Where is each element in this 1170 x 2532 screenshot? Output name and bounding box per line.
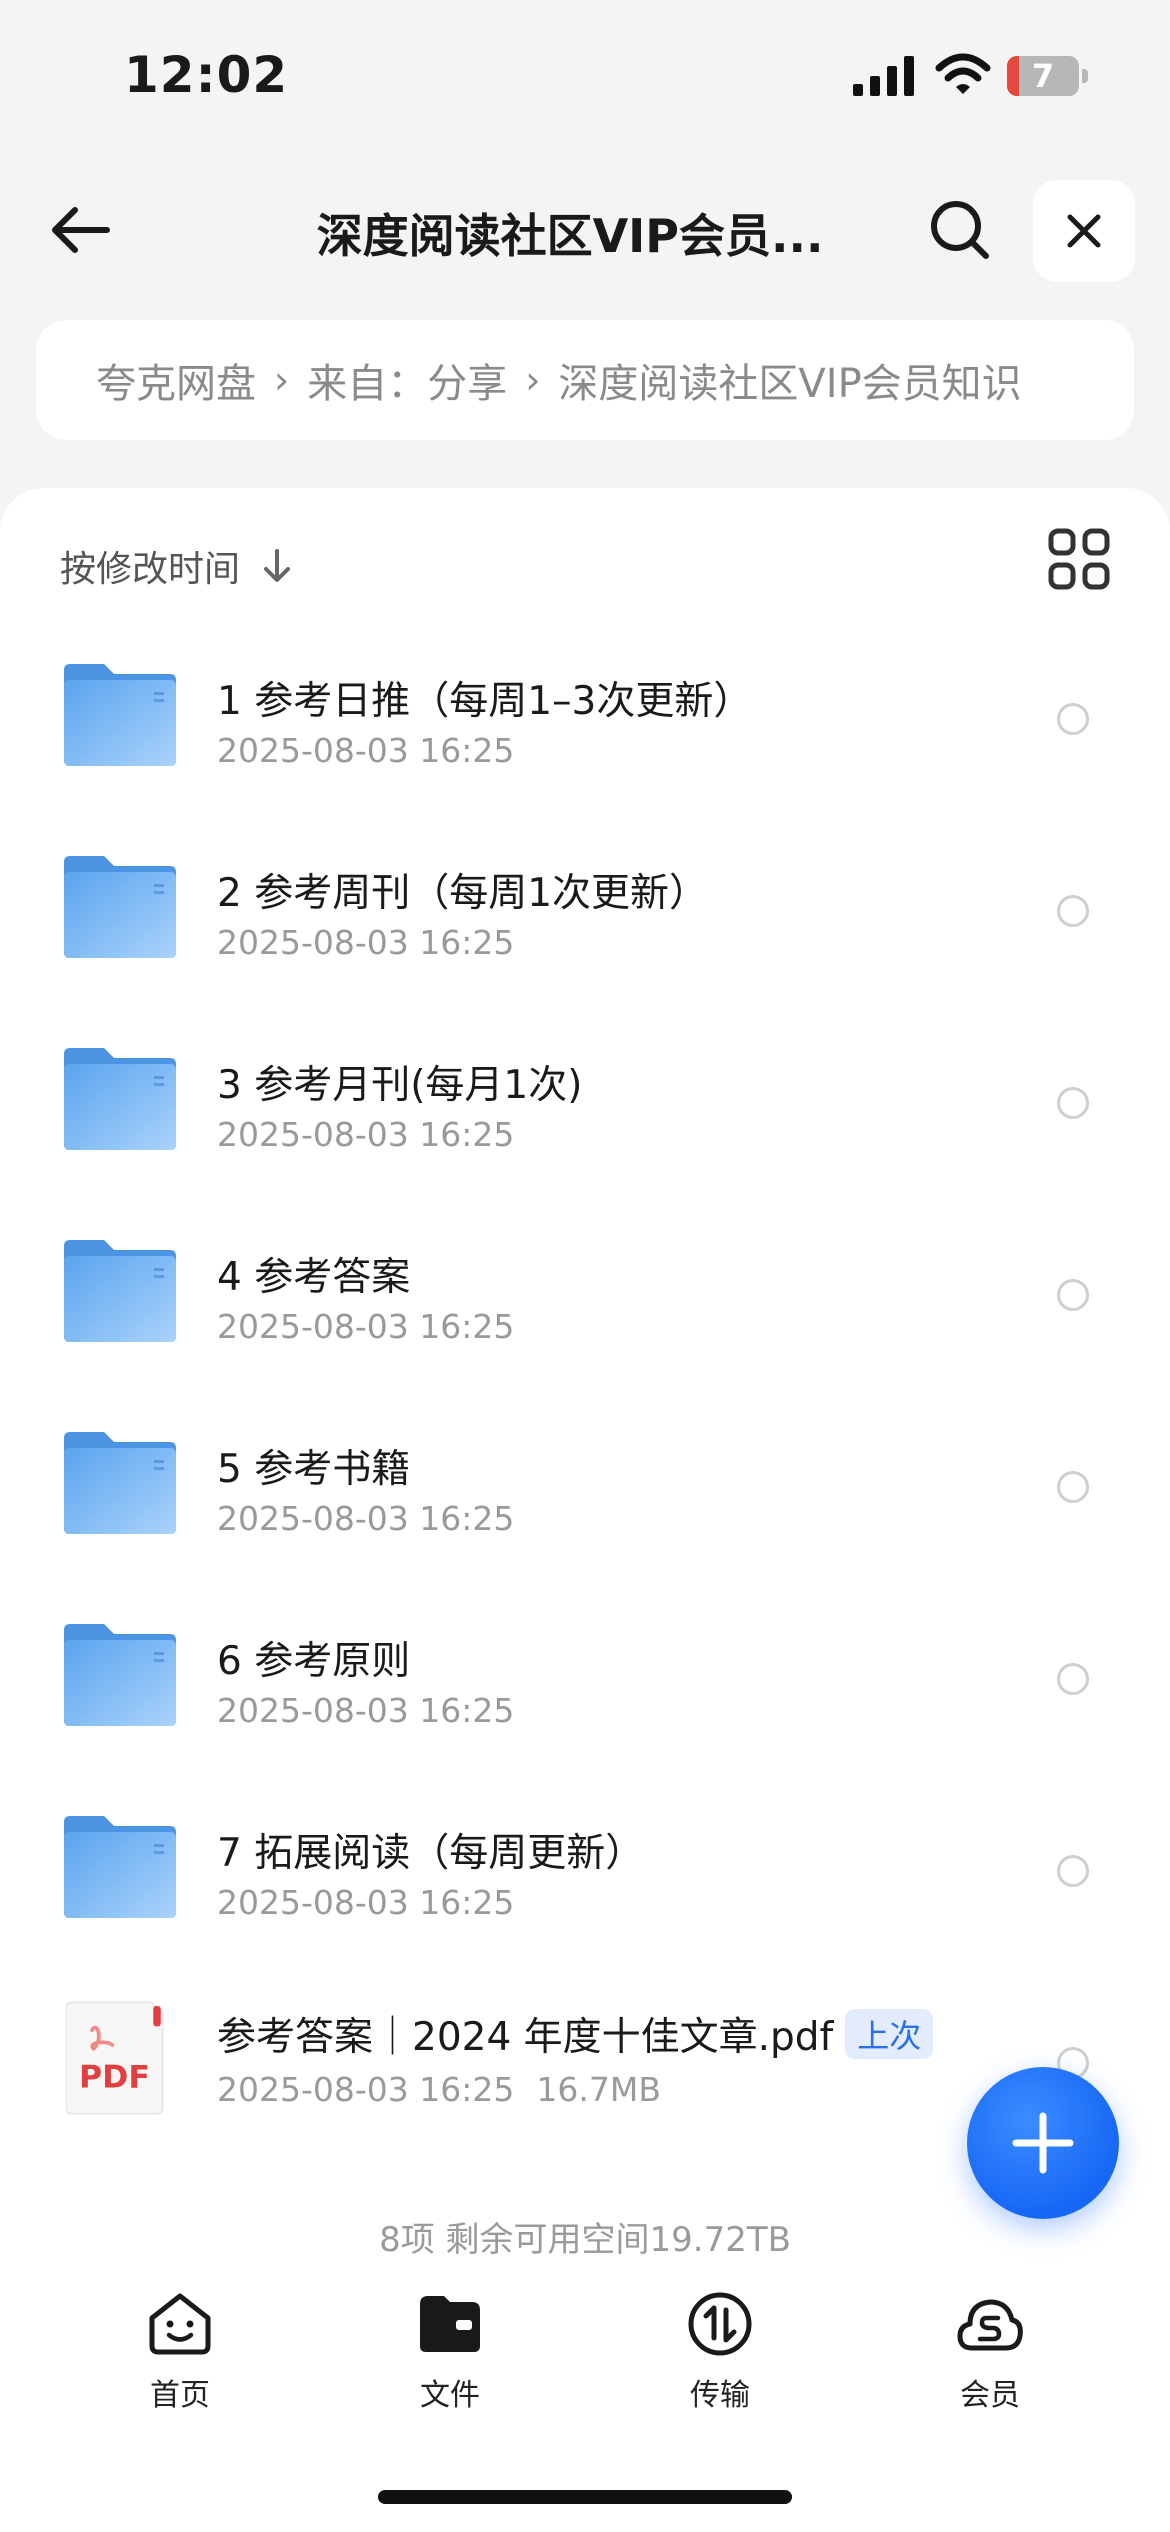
file-modified: 2025-08-03 16:25 — [217, 2070, 515, 2109]
home-indicator — [378, 2490, 792, 2504]
storage-summary: 8项 剩余可用空间19.72TB — [379, 2220, 791, 2260]
file-row[interactable]: 3 参考月刊(每月1次) 2025-08-03 16:25 — [0, 1010, 1170, 1202]
file-modified: 2025-08-03 16:25 — [217, 1307, 515, 1346]
page-title: 深度阅读社区VIP会员... — [316, 209, 824, 263]
breadcrumb-item-quark-drive[interactable]: 夸克网盘 — [96, 351, 256, 409]
file-name: 6 参考原则 — [217, 1639, 411, 1684]
file-modified: 2025-08-03 16:25 — [217, 1499, 515, 1538]
folder-icon — [64, 856, 176, 958]
tab-vip[interactable]: 会员 — [920, 2290, 1060, 2420]
file-name: 2 参考周刊（每周1次更新） — [217, 871, 709, 916]
file-modified: 2025-08-03 16:25 — [217, 1115, 515, 1154]
file-row[interactable]: 4 参考答案 2025-08-03 16:25 — [0, 1202, 1170, 1394]
file-name: 7 拓展阅读（每周更新） — [217, 1831, 645, 1876]
tab-bar: 首页 文件 传输 会员 — [0, 2280, 1170, 2430]
battery-indicator: 7 — [1007, 56, 1088, 96]
breadcrumb-chevron-icon: › — [525, 358, 541, 402]
tab-label: 首页 — [150, 2378, 210, 2413]
file-name: 5 参考书籍 — [217, 1447, 411, 1492]
transfer-icon — [688, 2292, 752, 2356]
tab-files[interactable]: 文件 — [380, 2290, 520, 2420]
nav-header: 深度阅读社区VIP会员... — [0, 170, 1170, 290]
file-row[interactable]: 7 拓展阅读（每周更新） 2025-08-03 16:25 — [0, 1778, 1170, 1970]
tab-label: 传输 — [690, 2378, 750, 2413]
folder-icon — [64, 1048, 176, 1150]
file-modified: 2025-08-03 16:25 — [217, 731, 515, 770]
file-row[interactable]: 2 参考周刊（每周1次更新） 2025-08-03 16:25 — [0, 818, 1170, 1010]
plus-icon — [1012, 2112, 1074, 2174]
wifi-icon — [935, 53, 991, 94]
folder-icon — [64, 1240, 176, 1342]
file-name: 参考答案｜2024 年度十佳文章.pdf — [217, 2015, 834, 2060]
breadcrumb-item-shared[interactable]: 来自：分享 — [307, 351, 507, 409]
status-bar: 12:02 7 — [0, 0, 1170, 150]
file-modified: 2025-08-03 16:25 — [217, 923, 515, 962]
select-checkbox[interactable] — [1057, 1471, 1089, 1503]
grid-view-icon[interactable] — [1048, 528, 1110, 590]
back-arrow-icon — [52, 207, 110, 253]
pdf-label: PDF — [79, 2060, 150, 2096]
file-row[interactable]: 6 参考原则 2025-08-03 16:25 — [0, 1586, 1170, 1778]
folder-icon — [64, 1432, 176, 1534]
breadcrumb: 夸克网盘 › 来自：分享 › 深度阅读社区VIP会员知识 — [36, 320, 1134, 440]
select-checkbox[interactable] — [1057, 1087, 1089, 1119]
select-checkbox[interactable] — [1057, 895, 1089, 927]
file-list: 1 参考日推（每周1–3次更新） 2025-08-03 16:25 2 参考周刊… — [0, 626, 1170, 2162]
breadcrumb-item-current: 深度阅读社区VIP会员知识 — [558, 361, 1022, 407]
select-checkbox[interactable] — [1057, 703, 1089, 735]
file-name-row: 参考答案｜2024 年度十佳文章.pdf 上次 — [217, 2006, 934, 2062]
vip-cloud-icon — [957, 2299, 1023, 2351]
back-button[interactable] — [40, 194, 120, 266]
pdf-file-icon: PDF — [66, 2001, 164, 2115]
close-icon — [1067, 214, 1101, 248]
file-modified: 2025-08-03 16:25 — [217, 1883, 515, 1922]
cellular-signal-icon — [853, 56, 914, 96]
file-modified: 2025-08-03 16:25 — [217, 1691, 515, 1730]
folder-icon — [64, 1816, 176, 1918]
battery-level: 7 — [1031, 57, 1055, 95]
last-opened-badge: 上次 — [845, 2009, 934, 2059]
file-name: 1 参考日推（每周1–3次更新） — [217, 679, 753, 724]
close-button[interactable] — [1033, 180, 1135, 282]
select-checkbox[interactable] — [1057, 1663, 1089, 1695]
add-button[interactable] — [967, 2067, 1119, 2219]
breadcrumb-chevron-icon: › — [274, 358, 290, 402]
status-time: 12:02 — [124, 46, 289, 104]
file-row[interactable]: 1 参考日推（每周1–3次更新） 2025-08-03 16:25 — [0, 626, 1170, 818]
tab-transfer[interactable]: 传输 — [650, 2290, 790, 2420]
sort-button[interactable]: 按修改时间 — [60, 536, 292, 596]
search-button[interactable] — [920, 192, 1000, 268]
file-meta: 2025-08-03 16:25 16.7MB — [217, 2070, 661, 2109]
search-icon — [931, 201, 989, 259]
tab-home[interactable]: 首页 — [110, 2290, 250, 2420]
folder-icon — [420, 2296, 480, 2352]
sort-label: 按修改时间 — [60, 549, 241, 590]
home-face-icon — [149, 2293, 211, 2355]
arrow-down-icon — [264, 549, 291, 582]
select-checkbox[interactable] — [1057, 1855, 1089, 1887]
select-checkbox[interactable] — [1057, 1279, 1089, 1311]
file-row[interactable]: 5 参考书籍 2025-08-03 16:25 — [0, 1394, 1170, 1586]
file-size: 16.7MB — [536, 2070, 661, 2109]
tab-label: 文件 — [420, 2378, 480, 2413]
folder-icon — [64, 664, 176, 766]
file-name: 3 参考月刊(每月1次) — [217, 1063, 583, 1108]
file-name: 4 参考答案 — [217, 1255, 411, 1300]
folder-icon — [64, 1624, 176, 1726]
tab-label: 会员 — [960, 2378, 1020, 2413]
